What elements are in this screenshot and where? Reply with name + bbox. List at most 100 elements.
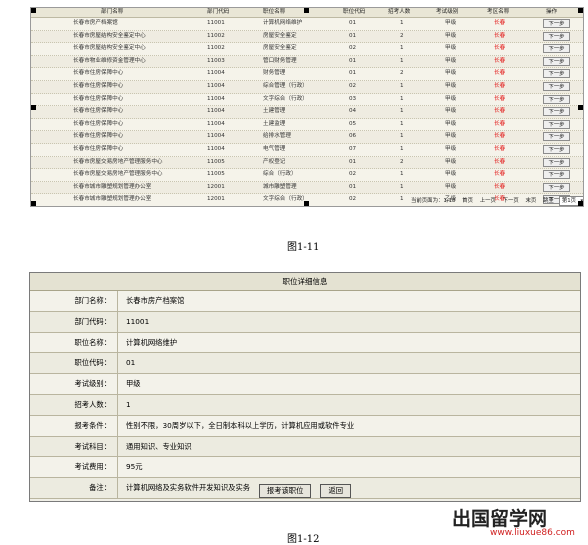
header-job-name: 职位名称 <box>263 9 286 15</box>
selection-handle <box>31 8 36 13</box>
detail-value: 长春市房产档案馆 <box>126 296 185 305</box>
pager-first[interactable]: 首页 <box>462 198 473 204</box>
next-step-button[interactable]: 下一步 <box>543 31 570 41</box>
cell-dept-code: 11004 <box>207 108 225 115</box>
detail-label: 考试费用： <box>30 457 118 478</box>
cell-exam-level: 甲级 <box>445 158 457 165</box>
next-step-button[interactable]: 下一步 <box>543 56 570 66</box>
cell-quota: 1 <box>400 82 404 89</box>
cell-job-name: 城市雕塑管理 <box>263 183 297 190</box>
cell-quota: 1 <box>400 57 404 64</box>
detail-row: 考试费用： 95元 <box>30 457 580 479</box>
cell-job-name: 土建监理 <box>263 120 286 127</box>
table-row: 长春市房屋结构安全鉴定中心 11002 房屋安全鉴定 01 2 甲级 长春 下一步 <box>31 30 583 44</box>
detail-value: 11001 <box>126 316 150 326</box>
cell-exam-area: 长春 <box>494 108 506 115</box>
table-row: 长春市住房保障中心 11004 电气管理 07 1 甲级 长春 下一步 <box>31 143 583 157</box>
next-step-button[interactable]: 下一步 <box>543 144 570 154</box>
detail-value: 性别不限，30周岁以下，全日制本科以上学历，计算机应用或软件专业 <box>126 420 355 430</box>
cell-quota: 1 <box>400 120 404 127</box>
job-list-rows: 长春市房产档案馆 11001 计算机网络维护 01 1 甲级 长春 下一步 长春市房屋结构安全鉴… <box>31 18 583 206</box>
header-quota: 招考人数 <box>388 9 411 15</box>
cell-job-code: 03 <box>349 95 357 102</box>
cell-dept-name: 长春市房屋结构安全鉴定中心 <box>73 32 146 39</box>
table-row: 长春市房屋结构安全鉴定中心 11002 房屋安全鉴定 02 1 甲级 长春 下一步 <box>31 43 583 56</box>
cell-exam-level: 甲级 <box>445 45 457 52</box>
cell-exam-area: 长春 <box>494 32 506 39</box>
cell-exam-area: 长春 <box>494 45 506 52</box>
next-step-button[interactable]: 下一步 <box>543 182 570 192</box>
selection-handle <box>31 105 36 110</box>
cell-dept-name: 长春市住房保障中心 <box>73 95 124 102</box>
back-button[interactable]: 返回 <box>320 484 352 498</box>
cell-job-code: 01 <box>349 158 357 165</box>
detail-row: 部门代码： 11001 <box>30 311 580 333</box>
cell-exam-area: 长春 <box>494 120 506 127</box>
next-step-button[interactable]: 下一步 <box>543 107 570 117</box>
table-row: 长春市住房保障中心 11004 综合管理（行政） 02 1 甲级 长春 下一步 <box>31 80 583 94</box>
cell-dept-code: 11002 <box>207 45 225 52</box>
cell-quota: 2 <box>400 70 404 77</box>
cell-job-name: 产权登记 <box>263 158 286 165</box>
cell-exam-area: 长春 <box>494 158 506 165</box>
figure-caption-1-11: 图1-11 <box>287 242 320 253</box>
site-watermark: 出国留学网 www.liuxue86.com <box>452 504 586 540</box>
cell-dept-name: 长春市房屋交易房地产管理服务中心 <box>73 171 163 178</box>
table-row: 长春市住房保障中心 11004 给排水管理 06 1 甲级 长春 下一步 <box>31 131 583 144</box>
cell-job-code: 05 <box>349 120 357 127</box>
detail-row: 考试级别： 甲级 <box>30 374 580 395</box>
cell-exam-level: 甲级 <box>445 120 457 127</box>
job-detail-panel: 职位详细信息 部门名称： 长春市房产档案馆 部门代码： 11001 职位名称： 计算机网络… <box>29 272 581 502</box>
watermark-title: 出国留学网 <box>452 508 548 530</box>
selection-handle <box>304 8 309 13</box>
cell-dept-code: 11004 <box>207 95 225 102</box>
detail-value: 计算机网络维护 <box>126 337 178 347</box>
next-step-button[interactable]: 下一步 <box>543 19 570 28</box>
cell-exam-level: 甲级 <box>445 145 457 152</box>
pager-last[interactable]: 末页 <box>526 198 537 204</box>
cell-dept-code: 11002 <box>207 32 225 39</box>
cell-job-code: 04 <box>349 108 357 115</box>
detail-value: 1 <box>126 399 131 409</box>
next-step-button[interactable]: 下一步 <box>543 132 570 142</box>
cell-exam-level: 甲级 <box>445 133 457 140</box>
detail-label: 部门名称： <box>30 291 118 311</box>
cell-job-name: 财务管理 <box>263 70 286 77</box>
next-step-button[interactable]: 下一步 <box>543 94 570 104</box>
next-step-button[interactable]: 下一步 <box>543 157 570 167</box>
cell-dept-name: 长春市住房保障中心 <box>73 120 124 127</box>
table-row: 长春市房屋交易房地产管理服务中心 11005 产权登记 01 2 甲级 长春 下一步 <box>31 156 583 170</box>
next-step-button[interactable]: 下一步 <box>543 81 570 91</box>
detail-row: 职位代码： 01 <box>30 353 580 375</box>
apply-button[interactable]: 报考该职位 <box>258 484 312 498</box>
next-step-button[interactable]: 下一步 <box>543 69 570 79</box>
pager-next[interactable]: 下一页 <box>503 198 519 204</box>
detail-value: 通用知识、专业知识 <box>126 441 192 451</box>
selection-handle <box>578 8 583 13</box>
cell-dept-code: 11001 <box>207 20 225 26</box>
cell-exam-area: 长春 <box>494 82 506 89</box>
cell-dept-name: 长春市住房保障中心 <box>73 145 124 152</box>
cell-exam-level: 甲级 <box>445 57 457 64</box>
next-step-button[interactable]: 下一步 <box>543 170 570 180</box>
next-step-button[interactable]: 下一步 <box>543 44 570 54</box>
cell-exam-level: 甲级 <box>445 108 457 115</box>
detail-row: 考试科目： 通用知识、专业知识 <box>30 436 580 458</box>
cell-dept-code: 12001 <box>207 183 225 190</box>
pager-goto-label: 跳至 <box>543 198 554 204</box>
selection-handle <box>578 201 583 206</box>
cell-job-name: 文字综合（行政） <box>263 95 308 102</box>
header-dept-name: 部门名称 <box>101 9 124 15</box>
detail-label: 考试级别： <box>30 374 118 394</box>
detail-label: 考试科目： <box>30 436 118 457</box>
cell-exam-level: 甲级 <box>445 95 457 102</box>
cell-exam-level: 甲级 <box>445 70 457 77</box>
pager-prev[interactable]: 上一页 <box>480 198 496 204</box>
cell-exam-area: 长春 <box>494 20 506 26</box>
selection-handle <box>304 201 309 206</box>
next-step-button[interactable]: 下一步 <box>543 119 570 129</box>
cell-dept-name: 长春市住房保障中心 <box>73 108 124 115</box>
cell-dept-code: 11004 <box>207 82 225 89</box>
detail-button-bar: 报考该职位 返回 <box>30 478 580 500</box>
header-job-code: 职位代码 <box>343 9 366 15</box>
